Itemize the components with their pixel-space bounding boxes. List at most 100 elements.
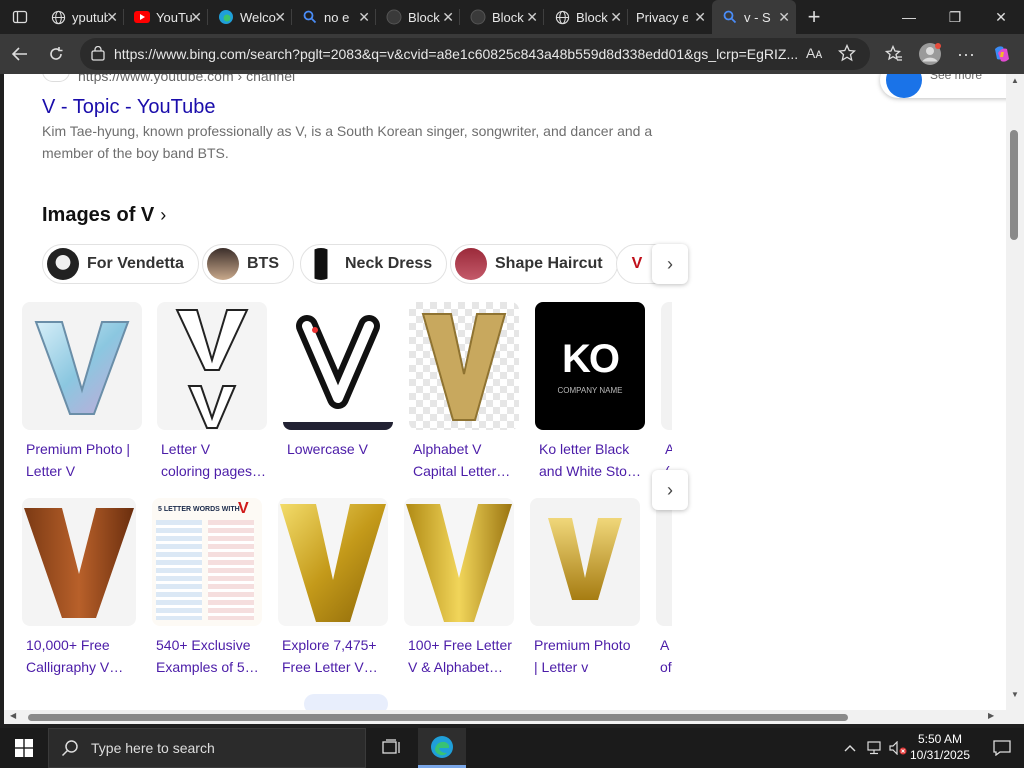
tab-5[interactable]: Block ✕ [376, 0, 460, 34]
read-aloud-icon[interactable]: Aᴀ [806, 45, 822, 61]
close-tab-icon[interactable]: ✕ [526, 9, 538, 26]
tab-7[interactable]: Block ✕ [544, 0, 628, 34]
close-tab-icon[interactable]: ✕ [190, 9, 202, 26]
horizontal-scroll-thumb[interactable] [28, 714, 848, 721]
ko-logo-text: KO [562, 337, 620, 381]
image-card[interactable]: 5 LETTER WORDS WITH V 540+ Exclusive Exam… [152, 498, 262, 678]
more-options-icon[interactable]: ··· [948, 34, 984, 74]
image-card[interactable]: Letter V coloring pages… [157, 302, 267, 482]
caption-line: A [665, 441, 672, 457]
notification-icon[interactable] [980, 728, 1024, 768]
site-info-icon[interactable] [90, 45, 106, 67]
tab-3[interactable]: Welcome ✕ [208, 0, 292, 34]
tab-title: no e [324, 9, 350, 25]
vertical-scrollbar[interactable]: ▲ ▼ [1006, 74, 1024, 710]
tab-4[interactable]: no e ✕ [292, 0, 376, 34]
close-tab-icon[interactable]: ✕ [694, 9, 706, 26]
chevron-up-icon[interactable] [838, 744, 862, 752]
taskbar-search-box[interactable]: Type here to search [48, 728, 366, 768]
close-tab-icon[interactable]: ✕ [442, 9, 454, 26]
image-card[interactable]: Alphabet V Capital Letter… [409, 302, 519, 482]
windows-start-icon[interactable] [0, 728, 48, 768]
maximize-icon[interactable]: ❐ [932, 0, 978, 34]
image-card[interactable]: 10,000+ Free Calligraphy V… [22, 498, 136, 678]
pill-bts[interactable]: BTS [202, 244, 294, 284]
scroll-left-icon[interactable]: ◀ [10, 711, 16, 720]
image-card[interactable]: Premium Photo | Letter v [530, 498, 640, 678]
tab-2[interactable]: YouTube ✕ [124, 0, 208, 34]
refresh-icon[interactable] [38, 34, 74, 74]
image-thumb [283, 302, 393, 430]
tab-8[interactable]: Privacy e ✕ [628, 0, 712, 34]
edge-taskbar-icon[interactable] [418, 728, 466, 768]
close-tab-icon[interactable]: ✕ [274, 9, 286, 26]
new-tab-button[interactable]: + [796, 0, 832, 34]
taskbar: Type here to search 5:50 AM 10/31/2025 [0, 728, 1024, 768]
address-bar[interactable]: https://www.bing.com/search?pglt=2083&q=… [80, 38, 870, 70]
caption-line: coloring pages… [161, 463, 267, 479]
more-images-button[interactable] [304, 694, 388, 710]
edge-icon [218, 9, 234, 25]
image-thumb [22, 302, 142, 430]
image-card[interactable]: 100+ Free Letter V & Alphabet… [404, 498, 514, 678]
neck-dress-thumb [305, 248, 337, 280]
tab-title: YouTube [156, 9, 192, 25]
close-tab-icon[interactable]: ✕ [106, 9, 118, 26]
caption-line: Lowercase V [287, 441, 368, 457]
result-cite[interactable]: https://www.youtube.com › channel [78, 74, 295, 84]
back-arrow-icon[interactable] [2, 34, 38, 74]
caption-line: A [660, 637, 670, 653]
tab-actions-icon[interactable] [0, 0, 40, 34]
system-clock[interactable]: 5:50 AM 10/31/2025 [900, 731, 980, 763]
tab-title: Block [492, 9, 524, 25]
poster-v-letter: V [238, 500, 249, 517]
scroll-right-icon[interactable]: ▶ [988, 711, 994, 720]
task-view-icon[interactable] [372, 728, 412, 768]
copilot-icon[interactable] [984, 34, 1020, 74]
pill-for-vendetta[interactable]: For Vendetta [42, 244, 199, 284]
tab-6[interactable]: Block ✕ [460, 0, 544, 34]
close-tab-icon[interactable]: ✕ [610, 9, 622, 26]
tab-active[interactable]: v - S ✕ [712, 0, 796, 34]
network-icon[interactable] [862, 741, 886, 755]
caption-line: Premium Photo [534, 637, 631, 653]
horizontal-scrollbar[interactable]: ◀ ▶ [4, 710, 1024, 724]
minimize-icon[interactable]: — [886, 0, 932, 34]
scroll-down-icon[interactable]: ▼ [1011, 690, 1019, 699]
profile-avatar-icon[interactable] [912, 34, 948, 74]
caption-line: 10,000+ Free [26, 637, 110, 653]
pills-next-button[interactable]: › [652, 244, 688, 284]
clock-time: 5:50 AM [917, 732, 963, 746]
image-card[interactable]: A( [661, 302, 672, 482]
image-card[interactable]: Explore 7,475+ Free Letter V… [278, 498, 388, 678]
scroll-up-icon[interactable]: ▲ [1011, 76, 1019, 85]
vertical-scroll-thumb[interactable] [1010, 130, 1018, 240]
see-more-button[interactable]: See more [880, 74, 1006, 98]
caption-line: Alphabet V [413, 441, 482, 457]
pill-shape-haircut[interactable]: Shape Haircut [450, 244, 618, 284]
search-placeholder: Type here to search [91, 740, 215, 756]
favorite-star-icon[interactable] [837, 43, 857, 67]
close-tab-icon[interactable]: ✕ [358, 9, 370, 26]
tab-title: Block [576, 9, 608, 25]
image-card[interactable]: Lowercase V [283, 302, 393, 460]
close-tab-icon[interactable]: ✕ [778, 9, 790, 26]
clock-date: 10/31/2025 [909, 748, 971, 762]
caption-line: and White Sto… [539, 463, 641, 479]
caption-line: 100+ Free Letter [408, 637, 512, 653]
result-title-link[interactable]: V - Topic - YouTube [42, 96, 215, 119]
image-thumb: 5 LETTER WORDS WITH V [152, 498, 262, 626]
close-window-icon[interactable]: ✕ [978, 0, 1024, 34]
images-heading[interactable]: Images of V › [42, 204, 166, 227]
tab-1[interactable]: yputube ✕ [40, 0, 124, 34]
image-card[interactable]: KO COMPANY NAME Ko letter Black and White… [535, 302, 645, 482]
pill-neck-dress[interactable]: Neck Dress [300, 244, 448, 284]
image-card[interactable]: Aof [656, 498, 672, 678]
favorites-icon[interactable] [876, 34, 912, 74]
image-card[interactable]: Premium Photo | Letter V [22, 302, 142, 482]
pill-label: BTS [247, 255, 279, 272]
pill-label: Neck Dress [345, 255, 433, 272]
caption-line: Explore 7,475+ [282, 637, 377, 653]
caption-line: Calligraphy V… [26, 659, 124, 675]
images-next-button[interactable]: › [652, 470, 688, 510]
